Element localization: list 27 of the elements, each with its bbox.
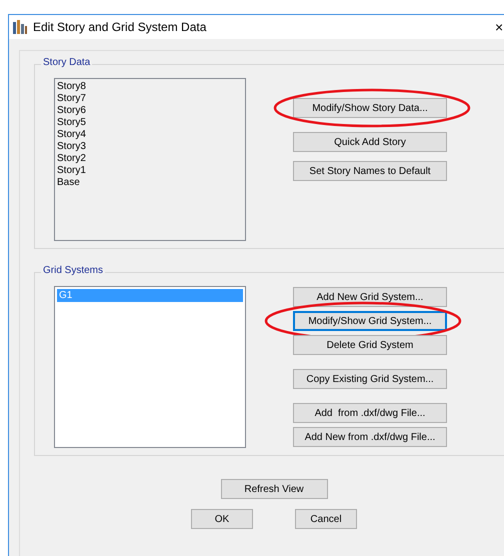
story-item[interactable]: Story4	[57, 129, 243, 141]
action-button[interactable]: Copy Existing Grid System...	[293, 369, 447, 389]
story-item[interactable]: Story7	[57, 93, 243, 105]
story-item[interactable]: Story8	[57, 81, 243, 93]
window-title: Edit Story and Grid System Data	[33, 20, 208, 34]
refresh-button[interactable]: Refresh View	[220, 479, 328, 499]
close-button[interactable]: ×	[495, 20, 504, 34]
cancel-button[interactable]: Cancel	[295, 509, 357, 529]
group-title: Story Data	[41, 57, 92, 68]
story-item[interactable]: Story3	[57, 141, 243, 153]
action-button[interactable]: Modify/Show Grid System...	[293, 311, 447, 331]
story-item[interactable]: Story1	[57, 165, 243, 177]
action-button[interactable]: Add New from .dxf/dwg File...	[293, 427, 447, 447]
action-button[interactable]: Quick Add Story	[293, 132, 447, 152]
action-button[interactable]: Add from .dxf/dwg File...	[293, 403, 447, 423]
group-title: Grid Systems	[41, 265, 106, 276]
story-list[interactable]: Story8 Story7 Story6 Story5 Story4 Story3 Story2 Story1 Base	[54, 78, 246, 241]
story-item[interactable]: Base	[57, 177, 243, 189]
action-button[interactable]: Add New Grid System...	[293, 287, 447, 307]
story-item[interactable]: Story6	[57, 105, 243, 117]
action-button[interactable]: Delete Grid System	[293, 335, 447, 355]
story-item[interactable]: Story2	[57, 153, 243, 165]
action-button[interactable]: Set Story Names to Default	[293, 161, 447, 181]
story-item[interactable]: Story5	[57, 117, 243, 129]
app-icon	[12, 19, 28, 35]
ok-button[interactable]: OK	[191, 509, 253, 529]
action-button[interactable]: Modify/Show Story Data...	[293, 98, 447, 118]
